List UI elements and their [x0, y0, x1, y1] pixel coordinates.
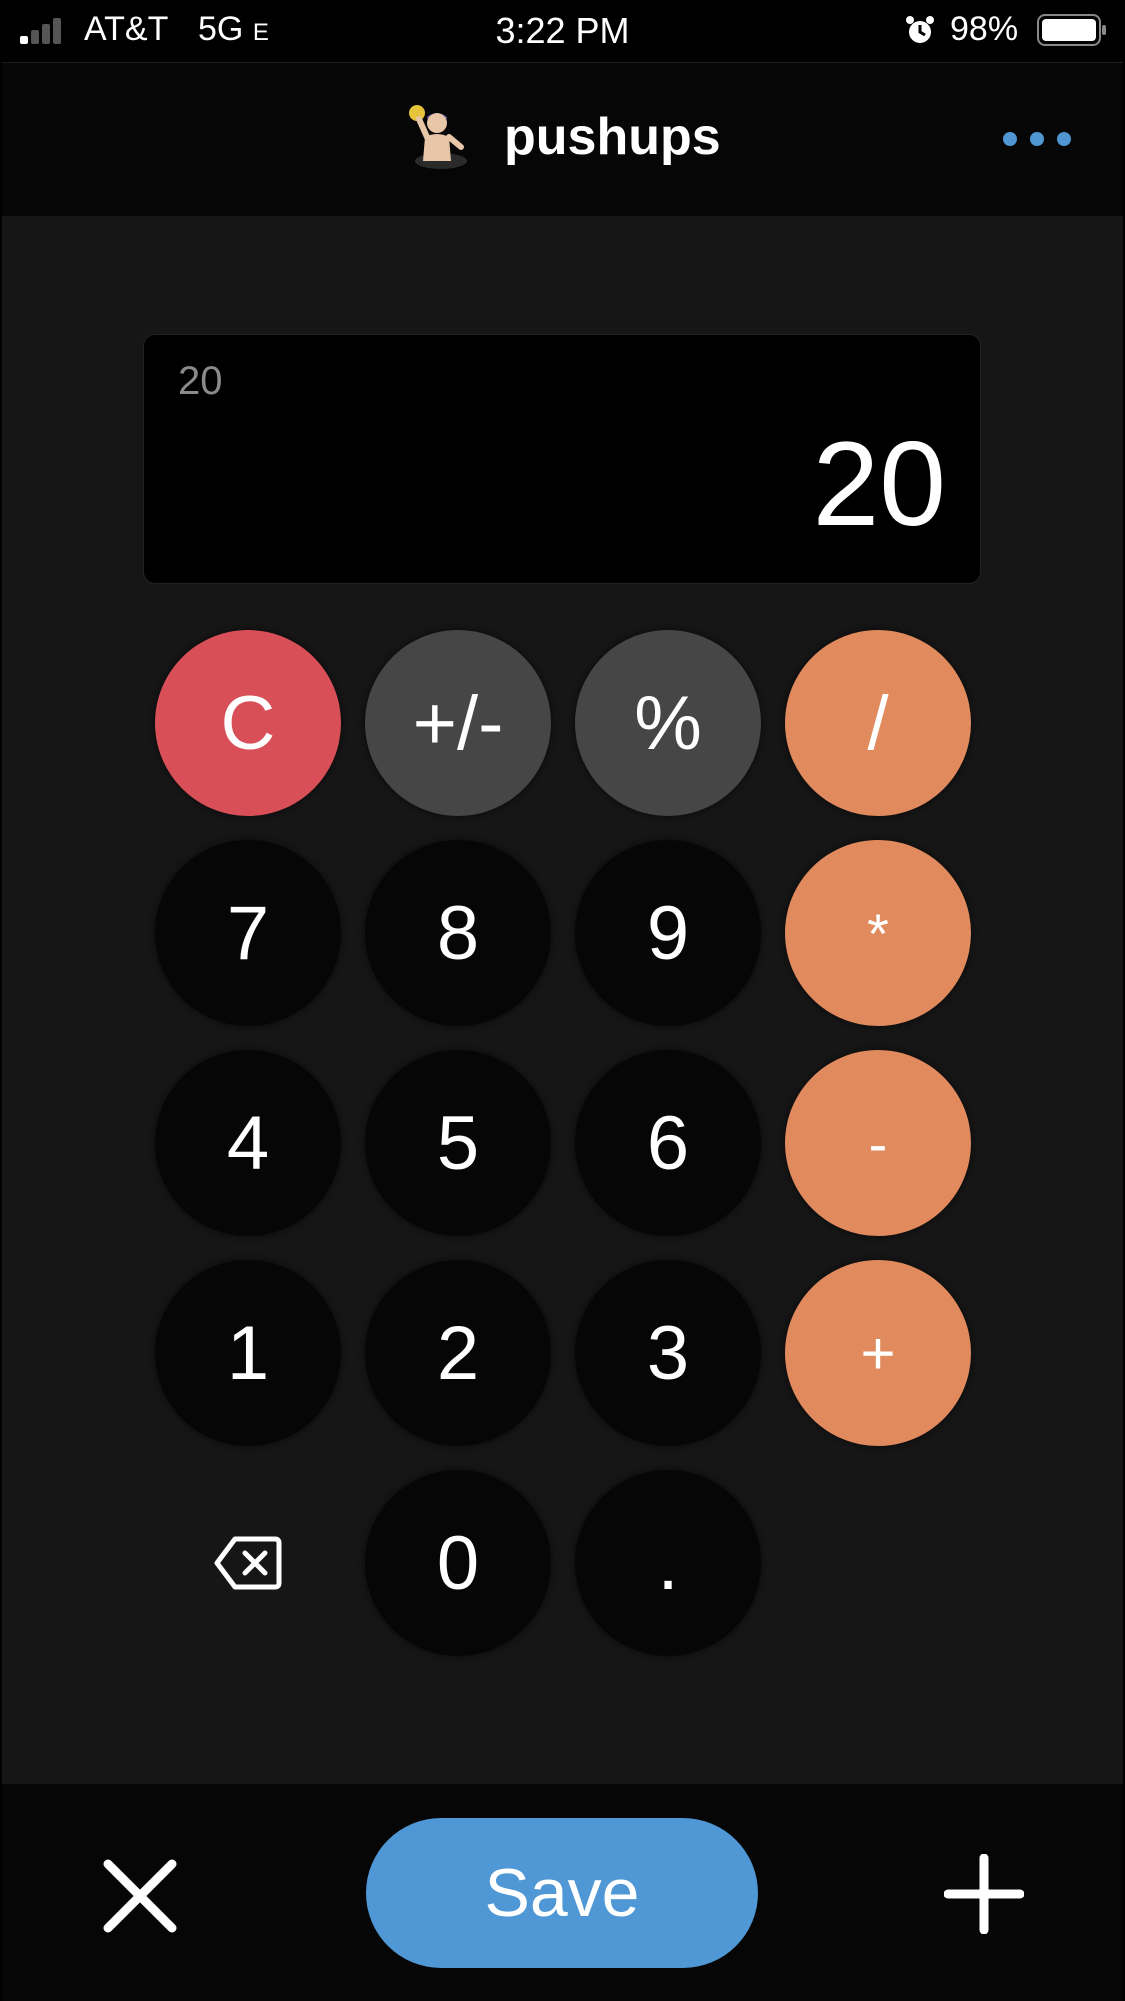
- digit-2-button[interactable]: 2: [365, 1260, 551, 1446]
- backspace-icon: [214, 1536, 282, 1590]
- result-text: 20: [812, 417, 946, 551]
- divide-button[interactable]: /: [785, 630, 971, 816]
- clear-button[interactable]: C: [155, 630, 341, 816]
- digit-5-button[interactable]: 5: [365, 1050, 551, 1236]
- plus-icon[interactable]: [944, 1854, 1024, 1934]
- digit-1-button[interactable]: 1: [155, 1260, 341, 1446]
- digit-3-button[interactable]: 3: [575, 1260, 761, 1446]
- digit-4-button[interactable]: 4: [155, 1050, 341, 1236]
- percent-button[interactable]: %: [575, 630, 761, 816]
- water-polo-icon: [409, 105, 467, 169]
- more-options-button[interactable]: [997, 119, 1077, 159]
- page-title: pushups: [504, 108, 721, 166]
- close-icon[interactable]: [100, 1856, 180, 1936]
- more-dot: [1057, 132, 1071, 146]
- calculator-display: 20 20: [143, 334, 981, 584]
- battery-percentage: 98%: [950, 10, 1019, 48]
- header: pushups: [2, 62, 1123, 217]
- subtract-button[interactable]: -: [785, 1050, 971, 1236]
- backspace-button[interactable]: [155, 1470, 341, 1656]
- alarm-icon: [906, 16, 934, 43]
- battery-icon: [1037, 14, 1106, 46]
- add-button[interactable]: +: [785, 1260, 971, 1446]
- more-dot: [1030, 132, 1044, 146]
- digit-9-button[interactable]: 9: [575, 840, 761, 1026]
- status-bar: AT&T 5G E 3:22 PM 98%: [0, 0, 1125, 60]
- multiply-button[interactable]: *: [785, 840, 971, 1026]
- save-button[interactable]: Save: [366, 1818, 758, 1968]
- decimal-button[interactable]: .: [575, 1470, 761, 1656]
- expression-text: 20: [178, 359, 223, 403]
- digit-8-button[interactable]: 8: [365, 840, 551, 1026]
- digit-0-button[interactable]: 0: [365, 1470, 551, 1656]
- digit-7-button[interactable]: 7: [155, 840, 341, 1026]
- sign-toggle-button[interactable]: +/-: [365, 630, 551, 816]
- more-dot: [1003, 132, 1017, 146]
- digit-6-button[interactable]: 6: [575, 1050, 761, 1236]
